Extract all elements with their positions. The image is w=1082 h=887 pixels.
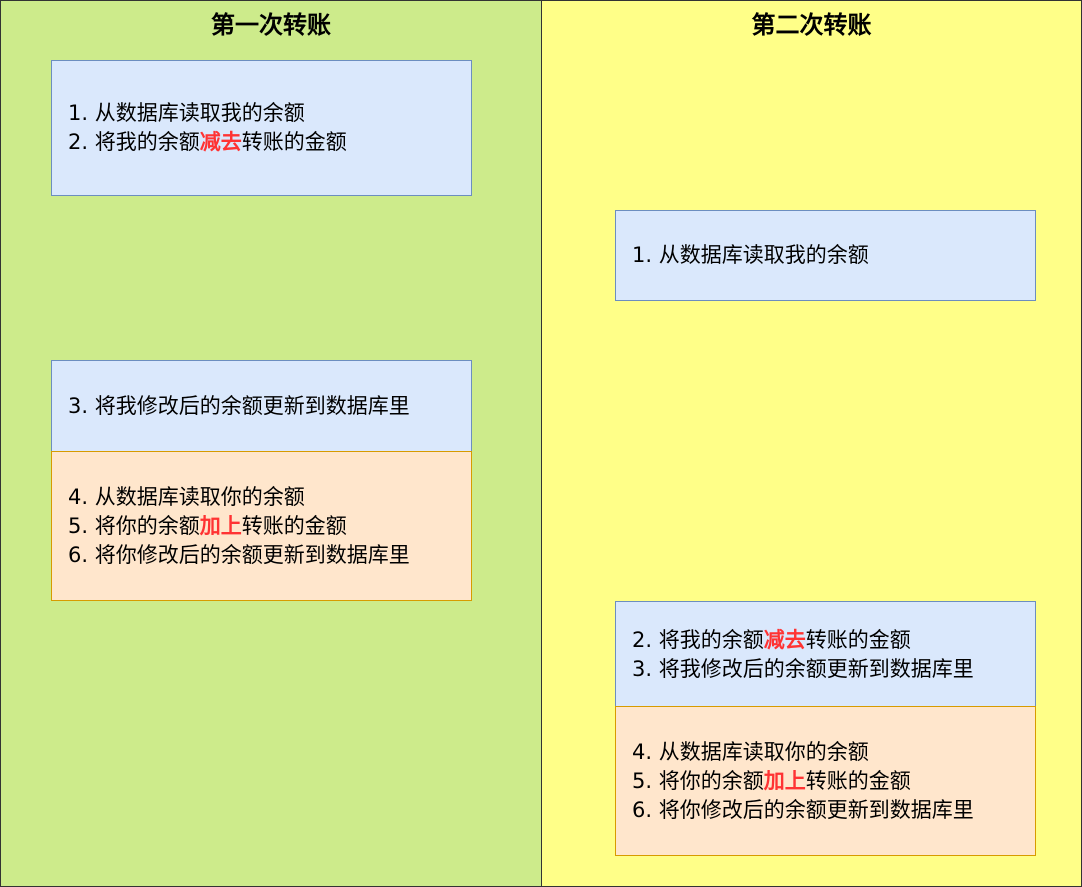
step-line: 2. 将我的余额减去转账的金额 [68, 130, 347, 154]
highlight-text: 减去 [199, 130, 242, 154]
first-transfer-step-box-2: 3. 将我修改后的余额更新到数据库里 [51, 360, 472, 452]
step-line: 1. 从数据库读取我的余额 [632, 243, 869, 267]
step-line: 3. 将我修改后的余额更新到数据库里 [68, 393, 410, 418]
step-line: 6. 将你修改后的余额更新到数据库里 [632, 797, 974, 822]
second-transfer-step-box-1: 1. 从数据库读取我的余额 [615, 210, 1036, 301]
first-transfer-title: 第一次转账 [211, 11, 331, 39]
step-line: 5. 将你的余额加上转账的金额 [68, 513, 347, 538]
highlight-text: 加上 [763, 768, 806, 793]
step-line: 3. 将我修改后的余额更新到数据库里 [632, 656, 974, 681]
step-line: 1. 从数据库读取我的余额 [68, 101, 305, 125]
step-line: 5. 将你的余额加上转账的金额 [632, 768, 911, 793]
step-line: 6. 将你修改后的余额更新到数据库里 [68, 542, 410, 567]
highlight-text: 加上 [199, 513, 242, 538]
step-line: 2. 将我的余额减去转账的金额 [632, 627, 911, 652]
second-transfer-step-box-3: 4. 从数据库读取你的余额 5. 将你的余额加上转账的金额 6. 将你修改后的余… [615, 706, 1036, 856]
step-line: 4. 从数据库读取你的余额 [632, 739, 869, 764]
step-line: 4. 从数据库读取你的余额 [68, 484, 305, 509]
first-transfer-step-box-1: 1. 从数据库读取我的余额 2. 将我的余额减去转账的金额 [51, 60, 472, 196]
second-transfer-step-box-2: 2. 将我的余额减去转账的金额 3. 将我修改后的余额更新到数据库里 [615, 601, 1036, 708]
first-transfer-step-box-3: 4. 从数据库读取你的余额 5. 将你的余额加上转账的金额 6. 将你修改后的余… [51, 451, 472, 601]
second-transfer-title: 第二次转账 [751, 11, 872, 39]
highlight-text: 减去 [763, 627, 806, 652]
